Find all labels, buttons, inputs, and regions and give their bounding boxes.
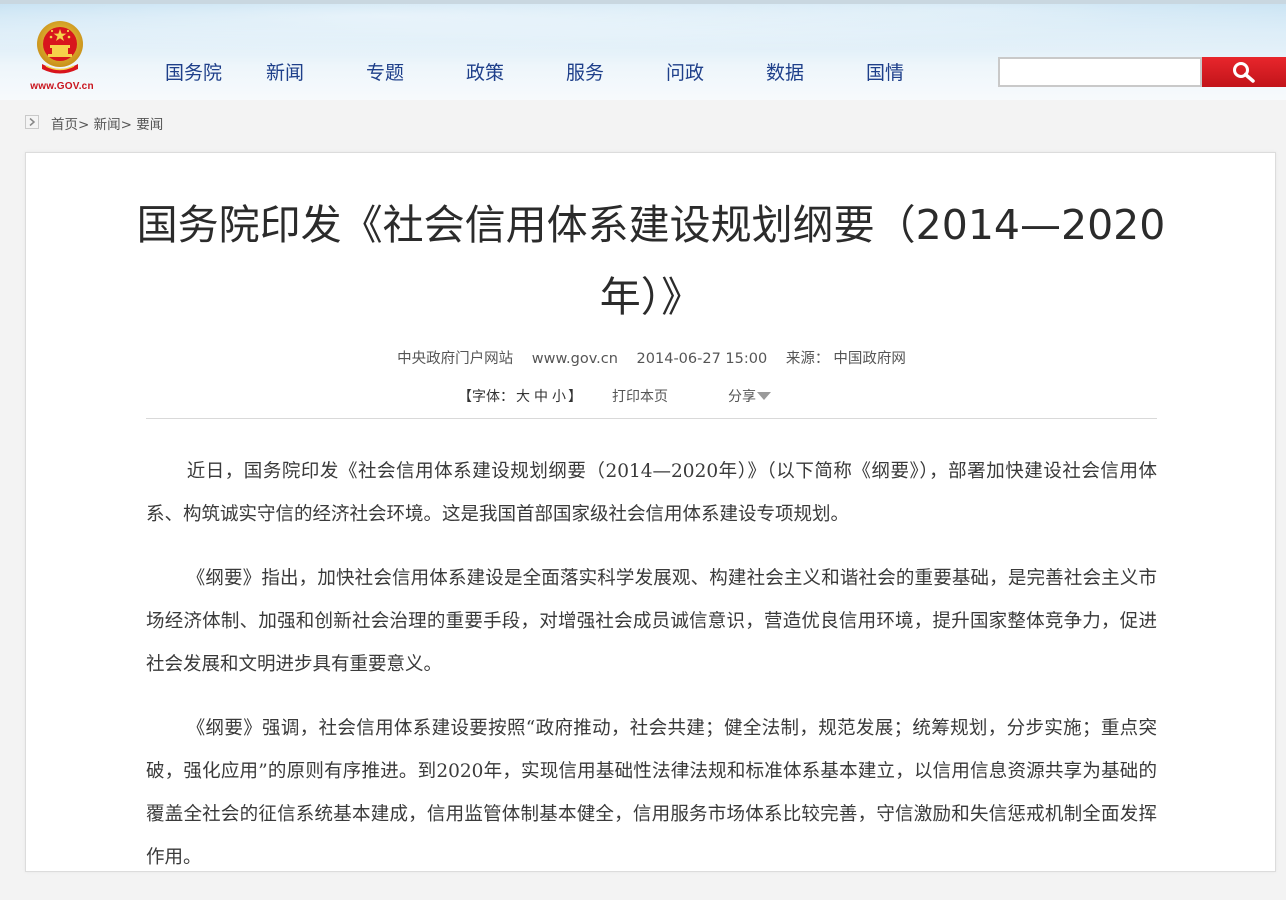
article-tools: 【字体：大中小】 打印本页 分享 <box>26 386 1277 406</box>
meta-url: www.gov.cn <box>531 351 618 367</box>
nav-item-national-info[interactable]: 国情 <box>866 58 904 85</box>
nav-item-topics[interactable]: 专题 <box>366 58 404 85</box>
search-button[interactable] <box>1202 57 1286 87</box>
font-size-control: 【字体：大中小】 <box>458 386 582 406</box>
divider <box>146 418 1157 419</box>
article-panel: 国务院印发《社会信用体系建设规划纲要（2014—2020年）》 中央政府门户网站… <box>25 152 1276 872</box>
article-meta: 中央政府门户网站 www.gov.cn 2014-06-27 15:00 来源：… <box>26 347 1277 368</box>
breadcrumb-separator: > <box>78 117 90 133</box>
font-size-close: 】 <box>568 389 582 405</box>
chevron-right-icon <box>25 115 39 129</box>
article-title: 国务院印发《社会信用体系建设规划纲要（2014—2020年）》 <box>136 201 1166 321</box>
font-size-label: 【字体： <box>458 389 514 405</box>
font-size-large[interactable]: 大 <box>516 389 530 405</box>
search-icon <box>1233 62 1255 83</box>
nav-item-news[interactable]: 新闻 <box>266 58 304 85</box>
article-body: 近日，国务院印发《社会信用体系建设规划纲要（2014—2020年）》（以下简称《… <box>146 450 1157 900</box>
article-paragraph: 《纲要》强调，社会信用体系建设要按照“政府推动，社会共建；健全法制，规范发展；统… <box>146 718 1157 868</box>
print-button[interactable]: 打印本页 <box>612 386 668 406</box>
meta-source: 中国政府网 <box>833 351 906 367</box>
article-paragraph: 近日，国务院印发《社会信用体系建设规划纲要（2014—2020年）》（以下简称《… <box>146 461 1157 525</box>
share-label: 分享 <box>728 389 756 405</box>
meta-site: 中央政府门户网站 <box>397 351 514 367</box>
site-header: www.GOV.cn 国务院 新闻 专题 政策 服务 问政 数据 国情 <box>0 0 1286 100</box>
breadcrumb-separator: > <box>120 117 132 133</box>
site-logo[interactable]: www.GOV.cn <box>25 20 99 96</box>
caret-down-icon <box>757 392 771 400</box>
nav-item-inquiry[interactable]: 问政 <box>666 58 704 85</box>
breadcrumb-headlines[interactable]: 要闻 <box>136 117 163 133</box>
meta-datetime: 2014-06-27 15:00 <box>636 351 768 367</box>
nav-item-policy[interactable]: 政策 <box>466 58 504 85</box>
breadcrumb-news[interactable]: 新闻 <box>94 117 121 133</box>
breadcrumb-home[interactable]: 首页 <box>51 117 78 133</box>
nav-item-services[interactable]: 服务 <box>566 58 604 85</box>
article-paragraph: 《纲要》指出，加快社会信用体系建设是全面落实科学发展观、构建社会主义和谐社会的重… <box>146 568 1157 675</box>
font-size-medium[interactable]: 中 <box>534 389 548 405</box>
nav-item-state-council[interactable]: 国务院 <box>165 58 222 85</box>
share-button[interactable]: 分享 <box>728 386 771 406</box>
meta-source-label: 来源： <box>785 351 830 367</box>
nav-item-data[interactable]: 数据 <box>766 58 804 85</box>
search-input[interactable] <box>998 57 1202 87</box>
national-emblem-icon <box>37 21 83 74</box>
font-size-small[interactable]: 小 <box>552 389 566 405</box>
breadcrumb-trail: 首页> 新闻> 要闻 <box>51 113 163 133</box>
logo-text: www.GOV.cn <box>30 81 94 92</box>
